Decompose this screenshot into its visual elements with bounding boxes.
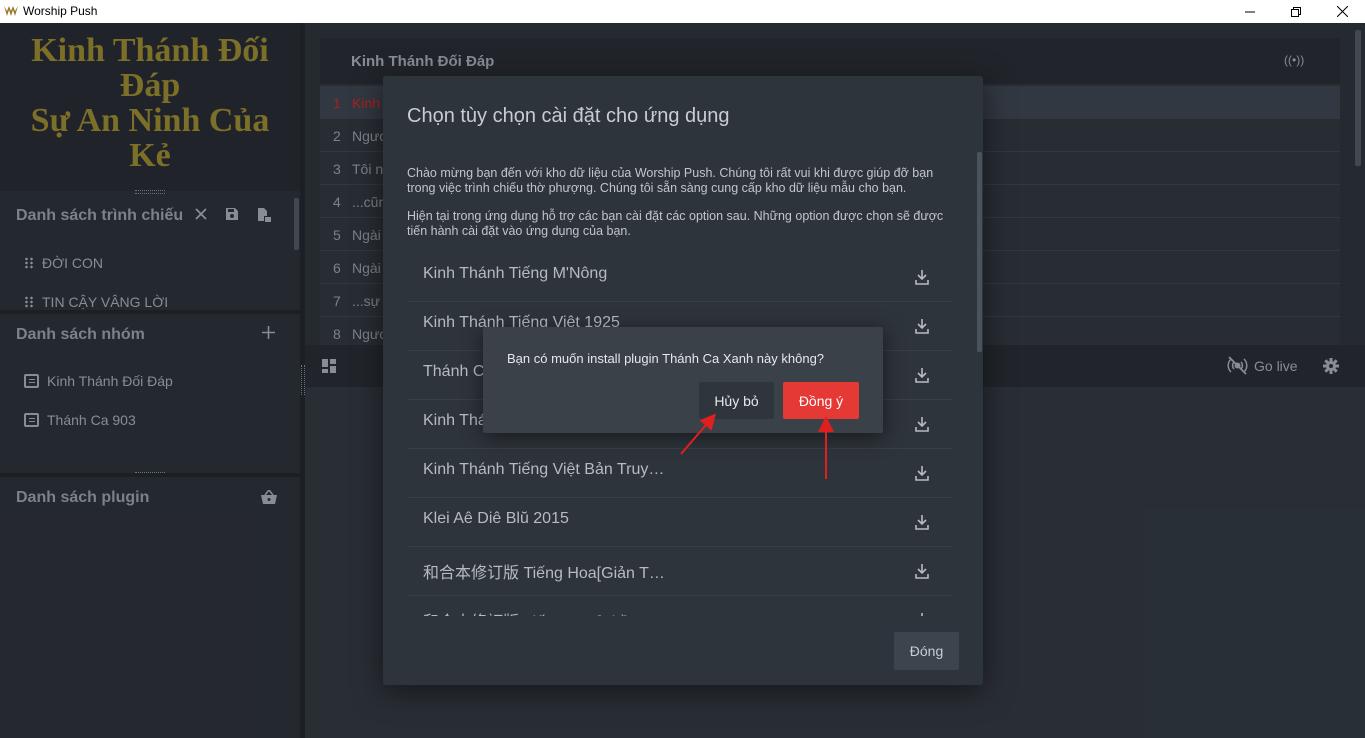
confirm-message: Bạn có muốn install plugin Thánh Ca Xanh… [507, 351, 825, 366]
install-option[interactable]: Kinh Thánh Tiếng M'Nông [407, 253, 953, 302]
download-icon[interactable] [915, 563, 929, 579]
dialog-title: Chọn tùy chọn cài đặt cho ứng dụng [407, 105, 730, 127]
title-bar: Worship Push [0, 0, 1365, 23]
install-option[interactable]: Klei Aê Diê Blŭ 2015 [407, 498, 953, 547]
close-icon [1336, 6, 1348, 17]
dialog-description: Chào mừng bạn đến với kho dữ liệu của Wo… [407, 166, 944, 238]
minimize-button[interactable] [1227, 0, 1273, 23]
restore-button[interactable] [1273, 0, 1319, 23]
install-option[interactable]: 和合本修訂版 Tiếng Hoa[Phồn [407, 596, 953, 616]
download-icon[interactable] [915, 318, 929, 334]
cancel-button[interactable]: Hủy bỏ [699, 382, 774, 419]
minimize-icon [1245, 11, 1255, 12]
download-icon[interactable] [915, 465, 929, 481]
close-dialog-button[interactable]: Đóng [894, 632, 959, 670]
download-icon[interactable] [915, 514, 929, 530]
download-icon[interactable] [915, 416, 929, 432]
close-window-button[interactable] [1319, 0, 1365, 23]
window-title: Worship Push [23, 4, 98, 18]
restore-icon [1291, 6, 1301, 17]
app-logo-icon [4, 6, 18, 16]
download-icon[interactable] [915, 269, 929, 285]
dialog-scrollbar[interactable] [977, 152, 982, 352]
install-option[interactable]: 和合本修订版 Tiếng Hoa[Giản T… [407, 547, 953, 596]
install-option[interactable]: Kinh Thánh Tiếng Việt Bản Truy… [407, 449, 953, 498]
download-icon[interactable] [915, 612, 929, 616]
install-confirm-dialog: Bạn có muốn install plugin Thánh Ca Xanh… [483, 327, 883, 433]
install-options-list: Kinh Thánh Tiếng M'Nông Kinh Thánh Tiếng… [407, 253, 953, 616]
confirm-button[interactable]: Đồng ý [783, 382, 859, 419]
download-icon[interactable] [915, 367, 929, 383]
